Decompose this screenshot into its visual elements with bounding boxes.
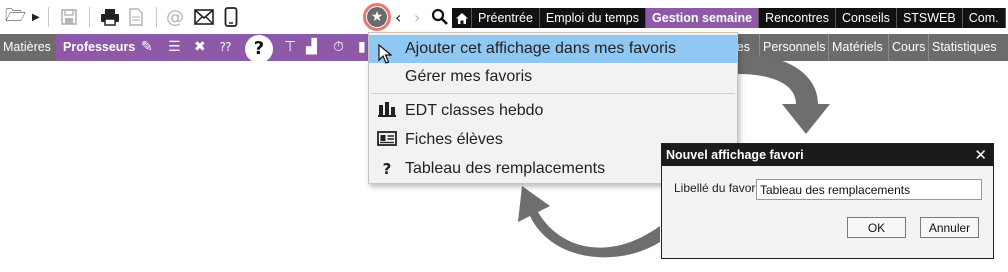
timetable-classes-icon <box>369 101 405 121</box>
close-icon[interactable]: ✕ <box>974 144 987 166</box>
dialog-title: Nouvel affichage favori <box>666 148 804 162</box>
dialog-title-bar: Nouvel affichage favori ✕ <box>662 144 993 166</box>
menu-item-label: Ajouter cet affichage dans mes favoris <box>405 40 676 57</box>
ok-button[interactable]: OK <box>847 217 906 238</box>
menu-item-label: EDT classes hebdo <box>405 102 544 119</box>
cancel-button[interactable]: Annuler <box>920 217 979 238</box>
menu-item-add-favorite[interactable]: Ajouter cet affichage dans mes favoris <box>369 35 737 63</box>
favorite-name-label: Libellé du favori <box>674 181 759 195</box>
menu-item-label: Gérer mes favoris <box>405 68 533 85</box>
mouse-cursor-icon <box>378 44 392 64</box>
new-favorite-dialog: Nouvel affichage favori ✕ Libellé du fav… <box>661 143 994 259</box>
curved-arrow-back <box>518 186 660 258</box>
favorite-name-input[interactable] <box>756 179 982 200</box>
curved-arrow-down <box>738 54 830 134</box>
menu-divider <box>371 93 735 94</box>
question-mark-icon: ? <box>382 160 392 178</box>
menu-item-label: Tableau des remplacements <box>405 160 606 177</box>
student-card-icon <box>369 130 405 150</box>
menu-item-manage-favorites[interactable]: Gérer mes favoris <box>369 63 737 91</box>
menu-item-edt-classes[interactable]: EDT classes hebdo <box>369 97 737 125</box>
menu-item-label: Fiches élèves <box>405 131 503 148</box>
